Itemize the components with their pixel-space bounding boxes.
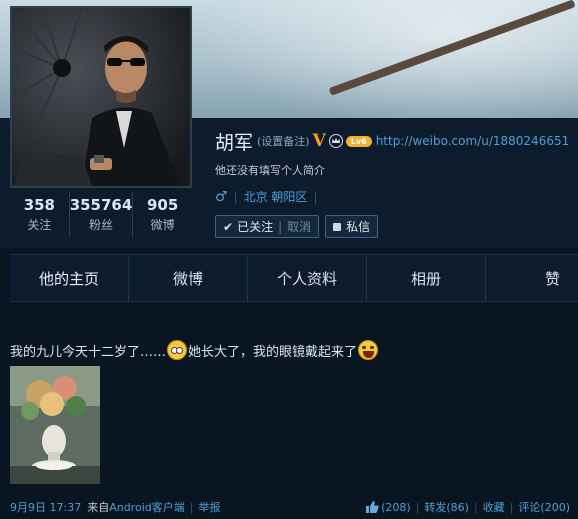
- verified-badge-icon[interactable]: V: [313, 131, 326, 151]
- profile-name: 胡军: [215, 131, 254, 154]
- tab-profile-info[interactable]: 个人资料: [248, 255, 367, 301]
- level-badge[interactable]: Lv6: [345, 135, 372, 147]
- like-count-link[interactable]: (208): [381, 501, 411, 514]
- post-actions: (208) | 转发(86) | 收藏 | 评论(200): [366, 499, 570, 515]
- stat-weibo[interactable]: 905 微博: [133, 192, 192, 238]
- tab-home[interactable]: 他的主页: [10, 255, 129, 301]
- repost-link[interactable]: 转发(86): [424, 499, 469, 515]
- tab-album[interactable]: 相册: [367, 255, 486, 301]
- favorite-link[interactable]: 收藏: [483, 499, 505, 515]
- report-link[interactable]: 举报: [198, 499, 220, 515]
- profile-url-link[interactable]: http://weibo.com/u/1880246651: [376, 134, 570, 148]
- profile-actions: ✔ 已关注 | 取消 私信: [215, 215, 379, 238]
- post-source-link[interactable]: Android客户端: [109, 499, 185, 515]
- set-remark-link[interactable]: (设置备注): [257, 133, 310, 149]
- post-text-part1: 我的九儿今天十二岁了……: [10, 344, 167, 360]
- followed-label: 已关注: [237, 220, 274, 234]
- message-button[interactable]: 私信: [325, 215, 379, 238]
- divider: |: [278, 219, 283, 234]
- divider: |: [313, 189, 318, 204]
- post-text: 我的九儿今天十二岁了…… 她长大了，我的眼镜戴起来了: [10, 340, 379, 360]
- stat-following-count: 358: [23, 196, 55, 214]
- stat-fans-count: 355764: [69, 196, 133, 214]
- divider: |: [473, 500, 478, 514]
- tab-weibo[interactable]: 微博: [129, 255, 248, 301]
- thumbs-up-icon[interactable]: [366, 501, 379, 513]
- check-icon: ✔: [223, 219, 234, 234]
- post-footer: 9月9日 17:37 来自 Android客户端 | 举报 (208) | 转发…: [10, 499, 570, 515]
- profile-bio: 他还没有填写个人简介: [215, 164, 325, 177]
- divider: |: [233, 189, 238, 204]
- post-image[interactable]: [10, 366, 100, 484]
- stat-fans-label: 粉丝: [88, 218, 113, 232]
- post-time-link[interactable]: 9月9日 17:37: [10, 499, 81, 515]
- vip-crown-icon[interactable]: [328, 134, 343, 148]
- name-row: 胡军 (设置备注) V Lv6 http://weibo.com/u/18802…: [215, 128, 569, 154]
- stat-fans[interactable]: 355764 粉丝: [70, 192, 134, 238]
- stat-following[interactable]: 358 关注: [10, 192, 70, 238]
- message-icon: [333, 222, 342, 231]
- divider: |: [509, 500, 514, 514]
- stat-weibo-label: 微博: [150, 218, 175, 232]
- comment-link[interactable]: 评论(200): [518, 499, 570, 515]
- avatar[interactable]: [10, 6, 192, 188]
- unfollow-link[interactable]: 取消: [287, 218, 311, 235]
- post-text-part2: 她长大了，我的眼镜戴起来了: [188, 344, 358, 360]
- profile-tabs: 他的主页 微博 个人资料 相册 赞: [10, 254, 578, 302]
- profile-stats: 358 关注 355764 粉丝 905 微博: [10, 192, 192, 238]
- stat-weibo-count: 905: [147, 196, 179, 214]
- divider: |: [415, 500, 420, 514]
- male-icon: ♂: [215, 188, 228, 205]
- divider: |: [189, 500, 194, 514]
- followed-button[interactable]: ✔ 已关注 | 取消: [215, 215, 320, 238]
- laugh-emoji-icon: [358, 340, 379, 360]
- location-link[interactable]: 北京 朝阳区: [244, 188, 308, 205]
- source-prefix: 来自: [87, 501, 110, 514]
- stat-following-label: 关注: [27, 218, 52, 232]
- tab-likes[interactable]: 赞: [486, 255, 578, 301]
- surprised-emoji-icon: [167, 340, 188, 360]
- location-row: ♂ | 北京 朝阳区 |: [215, 188, 323, 205]
- message-label: 私信: [346, 220, 371, 234]
